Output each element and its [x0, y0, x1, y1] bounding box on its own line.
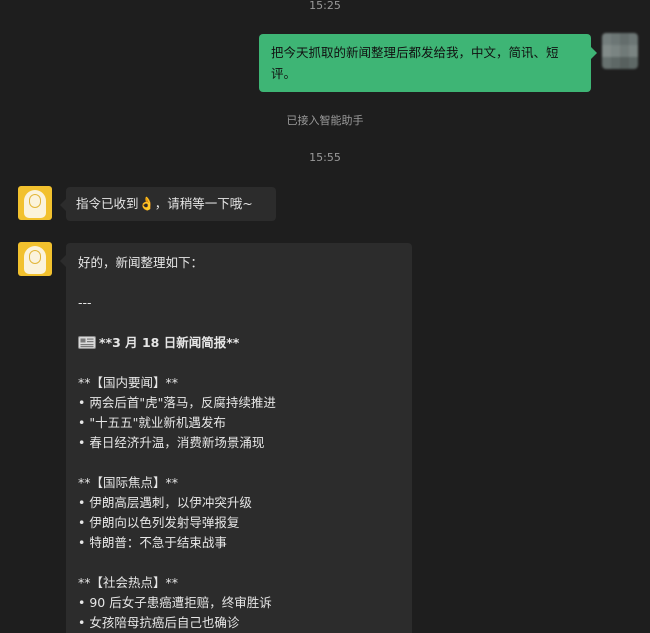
- news-item: • 两会后首"虎"落马，反腐持续推进: [78, 395, 276, 410]
- newspaper-icon: [78, 336, 96, 349]
- bot-news-bubble[interactable]: 好的，新闻整理如下： --- **3 月 18 日新闻简报** **【国内要闻】…: [60, 243, 412, 633]
- news-item: • 伊朗向以色列发射导弹报复: [78, 515, 240, 530]
- news-item: • 春日经济升温，消费新场景涌现: [78, 435, 265, 450]
- bot-avatar[interactable]: [18, 186, 52, 220]
- news-intro: 好的，新闻整理如下：: [78, 255, 204, 270]
- bot-avatar[interactable]: [18, 242, 52, 276]
- news-item: • 伊朗高层遇刺，以伊冲突升级: [78, 495, 252, 510]
- user-avatar[interactable]: [602, 33, 638, 69]
- news-item: • "十五五"就业新机遇发布: [78, 415, 226, 430]
- news-headline-text: **3 月 18 日新闻简报**: [99, 335, 240, 350]
- chat-window: 15:25 把今天抓取的新闻整理后都发给我，中文，简讯、短评。 已接入智能助手 …: [0, 0, 650, 633]
- section-heading: **【社会热点】**: [78, 575, 179, 590]
- bot-message-text: ，请稍等一下哦~: [154, 196, 253, 211]
- news-headline: **3 月 18 日新闻简报**: [78, 333, 400, 353]
- bot-message-bubble[interactable]: 指令已收到👌，请稍等一下哦~: [60, 187, 276, 221]
- timestamp: 15:25: [309, 0, 341, 12]
- section-heading: **【国际焦点】**: [78, 475, 179, 490]
- separator: ---: [78, 295, 92, 310]
- system-notice: 已接入智能助手: [286, 114, 364, 127]
- user-message-text: 把今天抓取的新闻整理后都发给我，中文，简讯、短评。: [271, 45, 559, 81]
- avatar-head-outline: [29, 194, 41, 208]
- ok-hand-emoji-icon: 👌: [138, 197, 155, 212]
- section-heading: **【国内要闻】**: [78, 375, 179, 390]
- user-message-bubble[interactable]: 把今天抓取的新闻整理后都发给我，中文，简讯、短评。: [259, 34, 597, 92]
- news-item: • 女孩陪母抗癌后自己也确诊: [78, 615, 240, 630]
- news-item: • 特朗普：不急于结束战事: [78, 535, 227, 550]
- avatar-head-outline: [29, 250, 41, 264]
- timestamp: 15:55: [309, 151, 341, 164]
- bot-message-text: 指令已收到: [76, 196, 139, 211]
- news-item: • 90 后女子患癌遭拒赔，终审胜诉: [78, 595, 272, 610]
